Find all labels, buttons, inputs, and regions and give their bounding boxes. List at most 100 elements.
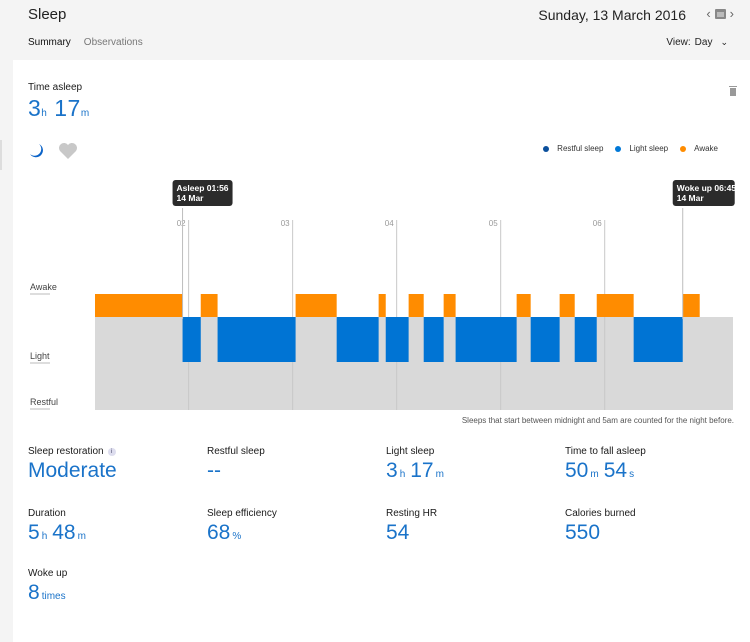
light-sleep-segment — [182, 317, 201, 362]
awake-segment — [408, 294, 424, 317]
unit-hours: h — [41, 531, 48, 542]
current-date: Sunday, 13 March 2016 — [538, 7, 686, 23]
stat-label: Sleep restoration i — [28, 446, 117, 457]
fall-asleep-seconds: 54 — [603, 459, 628, 482]
calendar-icon[interactable] — [714, 8, 726, 19]
restful-sleep-label: Restful sleep — [207, 446, 265, 457]
light-sleep-segment — [530, 317, 560, 362]
event-tooltip-date: 14 Mar — [677, 193, 705, 203]
y-level-label: Light — [30, 351, 50, 361]
light-sleep-hours: 3 — [386, 459, 398, 482]
moon-icon[interactable] — [28, 142, 46, 160]
light-sleep-segment — [423, 317, 444, 362]
sleep-restoration-label: Sleep restoration — [28, 446, 104, 457]
awake-segment — [516, 294, 531, 317]
woke-up-label: Woke up — [28, 568, 68, 579]
sleep-restoration-value: Moderate — [28, 459, 117, 482]
event-tooltip-date: 14 Mar — [177, 193, 205, 203]
awake-segment — [378, 294, 386, 317]
legend-item-restful: Restful sleep — [543, 144, 603, 153]
tab-summary[interactable]: Summary — [28, 37, 71, 48]
scroll-indicator — [0, 140, 2, 170]
event-tooltip-title: Asleep 01:56 — [177, 183, 229, 193]
light-sleep-label: Light sleep — [386, 446, 435, 457]
restful-dot-icon — [543, 145, 550, 152]
light-sleep-segment — [455, 317, 517, 362]
awake-segment — [200, 294, 218, 317]
time-asleep: Time asleep 3h 17m — [28, 82, 90, 122]
sleep-efficiency-label: Sleep efficiency — [207, 508, 277, 519]
resting-hr-value: 54 — [386, 521, 410, 544]
unit-minutes: m — [435, 469, 444, 480]
duration-minutes: 48 — [52, 521, 76, 544]
calories-burned-value: 550 — [565, 521, 601, 544]
unit-minutes: m — [77, 531, 86, 542]
light-sleep-segment — [217, 317, 296, 362]
event-tooltip-title: Woke up 06:45 — [677, 183, 737, 193]
stat-calories-burned: Calories burned 550 — [565, 508, 636, 545]
legend-item-light: Light sleep — [615, 144, 668, 153]
legend-label: Restful sleep — [557, 144, 604, 153]
view-label: View: — [666, 37, 691, 48]
y-level-label: Awake — [30, 282, 57, 292]
light-sleep-segment — [336, 317, 379, 362]
stat-light-sleep: Light sleep 3 h 17 m — [386, 446, 449, 483]
x-tick-label: 02 — [177, 219, 186, 228]
time-to-fall-asleep-label: Time to fall asleep — [565, 446, 646, 457]
tab-observations[interactable]: Observations — [84, 37, 143, 48]
view-selector[interactable]: View: Day ⌄ — [666, 37, 728, 48]
x-tick-label: 04 — [385, 219, 394, 228]
awake-segment — [295, 294, 337, 317]
awake-segment — [443, 294, 456, 317]
woke-up-value: 8 times — [28, 581, 71, 605]
stat-resting-hr: Resting HR 54 — [386, 508, 437, 545]
tab-bar: Summary Observations — [28, 37, 143, 48]
duration-hours: 5 — [28, 521, 40, 544]
restful-sleep-value: -- — [207, 459, 221, 482]
unit-seconds: s — [629, 469, 635, 480]
heart-icon[interactable] — [58, 142, 78, 160]
time-to-fall-asleep-value: 50 m 54 s — [565, 459, 646, 483]
next-day-icon[interactable]: › — [730, 6, 734, 21]
sleep-efficiency-value: 68% — [207, 521, 277, 545]
awake-segment — [682, 294, 700, 317]
legend-label: Light sleep — [629, 144, 669, 153]
awake-dot-icon — [680, 145, 687, 152]
resting-hr-label: Resting HR — [386, 508, 438, 519]
calories-burned-label: Calories burned — [565, 508, 636, 519]
awake-segment — [596, 294, 634, 317]
light-sleep-minutes: 17 — [410, 459, 434, 482]
time-asleep-label: Time asleep — [28, 82, 83, 93]
sleep-efficiency-number: 68 — [207, 521, 231, 544]
header: Sleep Sunday, 13 March 2016 ‹ › Summary … — [0, 0, 750, 60]
legend-label: Awake — [694, 144, 718, 153]
awake-segment — [95, 294, 183, 317]
view-value: Day — [694, 37, 713, 48]
stat-sleep-restoration: Sleep restoration i Moderate — [28, 446, 117, 483]
sleep-chart: AwakeLightRestful02 03 04 05 06Asleep 01:561… — [30, 180, 737, 410]
stat-restful-sleep: Restful sleep -- — [207, 446, 265, 483]
unit-hours: h — [41, 108, 48, 119]
woke-up-count: 8 — [28, 581, 40, 604]
x-tick-label: 06 — [593, 219, 602, 228]
time-asleep-value: 3h 17m — [28, 95, 90, 122]
chart-footnote: Sleeps that start between midnight and 5… — [461, 416, 734, 425]
light-sleep-value: 3 h 17 m — [386, 459, 449, 483]
page-title: Sleep — [28, 6, 67, 23]
sleep-summary-panel: Time asleep 3h 17m Restful sleep Light s… — [13, 60, 750, 642]
light-sleep-segment — [385, 317, 409, 362]
delete-icon[interactable] — [729, 86, 737, 96]
awake-segment — [559, 294, 575, 317]
previous-day-icon[interactable]: ‹ — [706, 6, 710, 21]
unit-hours: h — [399, 469, 406, 480]
unit-minutes: m — [80, 108, 90, 119]
stat-time-to-fall-asleep: Time to fall asleep 50 m 54 s — [565, 446, 646, 483]
legend-item-awake: Awake — [680, 144, 718, 153]
light-sleep-segment — [574, 317, 597, 362]
duration-value: 5 h 48 m — [28, 521, 91, 545]
unit-minutes: m — [590, 469, 599, 480]
view-toggle-icons — [28, 142, 78, 160]
info-icon[interactable]: i — [107, 448, 116, 456]
stat-woke-up: Woke up 8 times — [28, 568, 71, 605]
chevron-down-icon: ⌄ — [720, 37, 728, 47]
